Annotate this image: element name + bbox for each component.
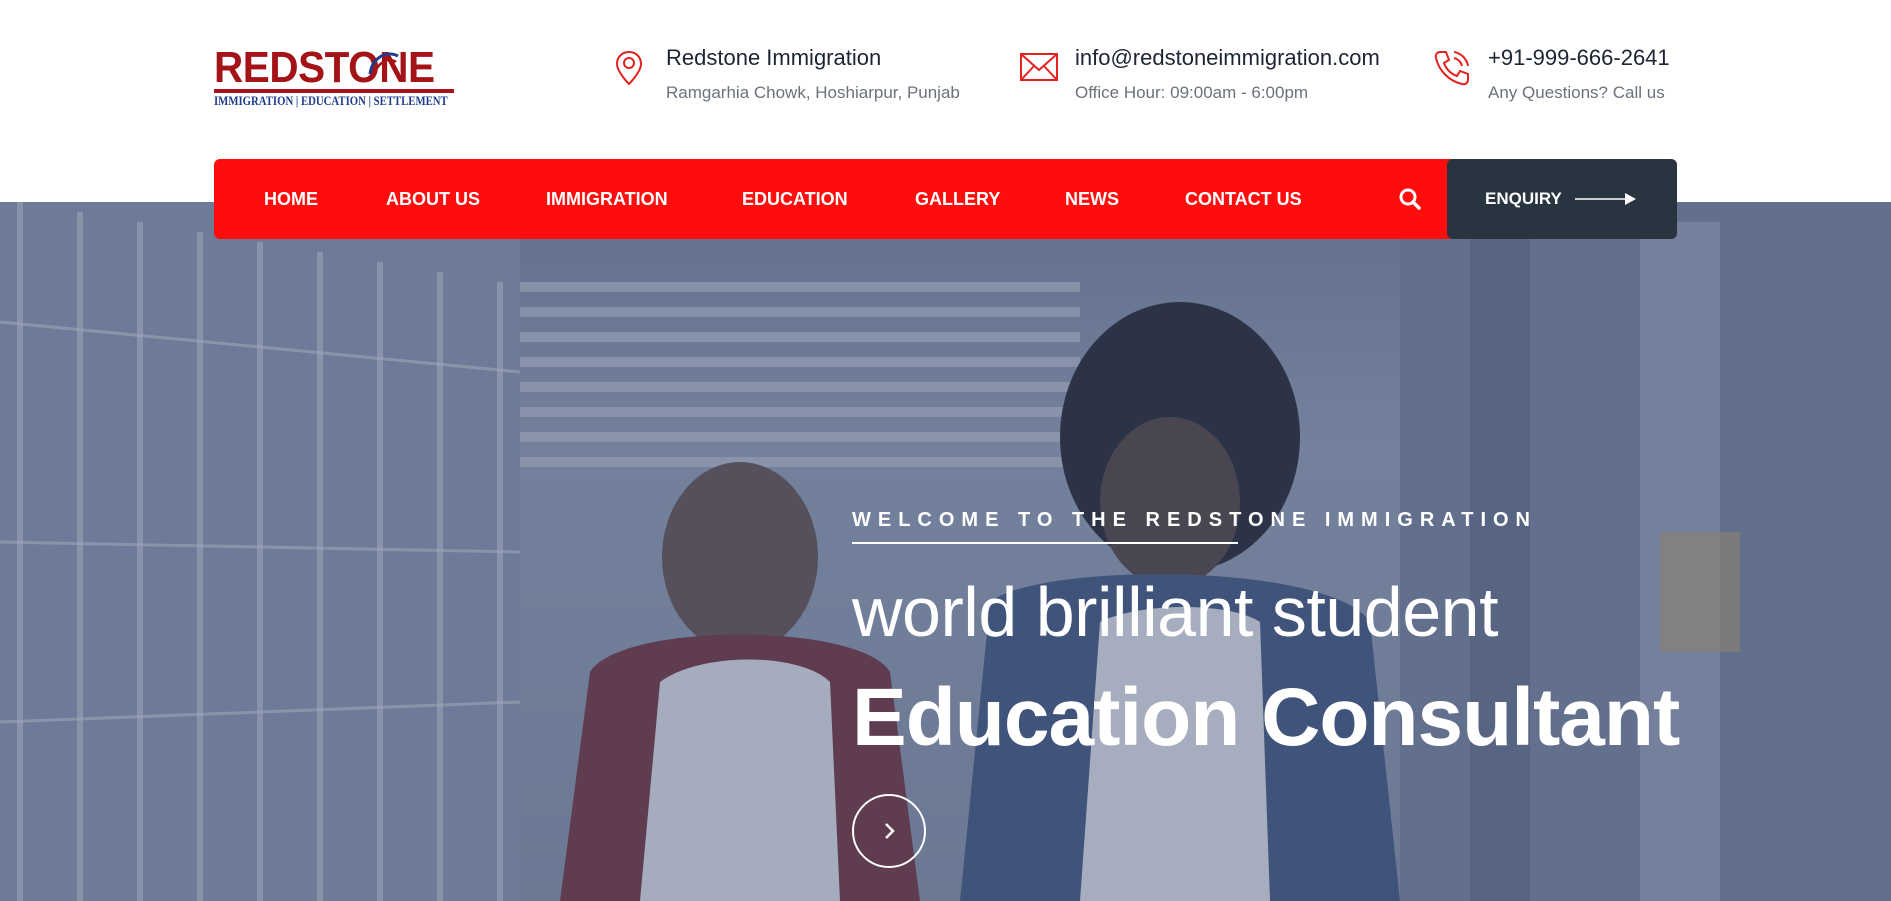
search-icon[interactable] — [1397, 186, 1423, 212]
hero-eyebrow: WELCOME TO THE REDSTONE IMMIGRATION — [852, 509, 1537, 531]
arrow-right-icon — [1575, 193, 1636, 205]
office-hours: Office Hour: 09:00am - 6:00pm — [1075, 83, 1309, 102]
nav-item-gallery[interactable]: GALLERY — [915, 159, 1000, 239]
map-pin-icon — [615, 50, 643, 86]
address-title: Redstone Immigration — [666, 45, 882, 70]
logo-swoosh-icon — [368, 52, 399, 77]
nav-item-contact-us[interactable]: CONTACT US — [1185, 159, 1302, 239]
enquiry-label: ENQUIRY — [1485, 189, 1562, 208]
nav-item-immigration[interactable]: IMMIGRATION — [546, 159, 668, 239]
hero-heading: Education Consultant — [852, 672, 1680, 763]
nav-item-news[interactable]: NEWS — [1065, 159, 1119, 239]
envelope-icon — [1020, 53, 1058, 81]
call-us-text: Any Questions? Call us — [1488, 83, 1665, 102]
nav-item-about-us[interactable]: ABOUT US — [386, 159, 480, 239]
hero-subheading: world brilliant student — [852, 573, 1499, 651]
phone-icon — [1434, 51, 1469, 86]
address-subtitle: Ramgarhia Chowk, Hoshiarpur, Punjab — [666, 83, 960, 102]
chevron-right-icon — [885, 823, 895, 839]
slider-next-button[interactable] — [852, 794, 926, 868]
nav-item-home[interactable]: HOME — [264, 159, 318, 239]
hero-banner: WELCOME TO THE REDSTONE IMMIGRATION worl… — [0, 202, 1891, 901]
email-address[interactable]: info@redstoneimmigration.com — [1075, 44, 1380, 72]
logo-underline — [214, 89, 454, 93]
brand-logo[interactable]: REDSTONE IMMIGRATION | EDUCATION | SETTL… — [214, 44, 457, 110]
nav-item-education[interactable]: EDUCATION — [742, 159, 848, 239]
hero-overlay — [0, 202, 1891, 901]
logo-tagline: IMMIGRATION | EDUCATION | SETTLEMENT — [214, 94, 448, 108]
enquiry-button[interactable]: ENQUIRY — [1447, 159, 1677, 239]
phone-number[interactable]: +91-999-666-2641 — [1488, 44, 1670, 72]
eyebrow-underline — [852, 542, 1238, 544]
